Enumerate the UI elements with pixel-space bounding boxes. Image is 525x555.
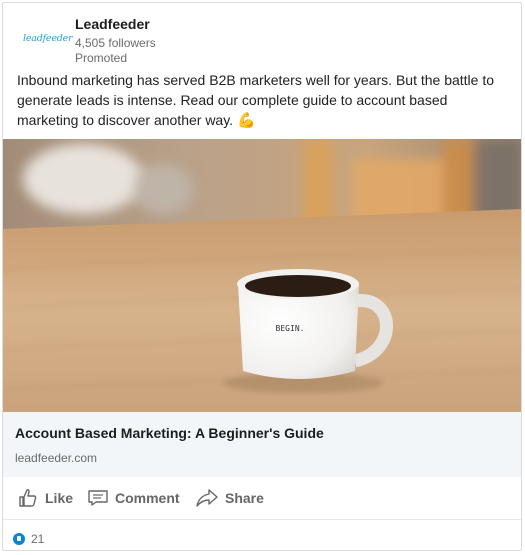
like-button[interactable]: Like [17, 485, 73, 511]
link-preview[interactable]: Account Based Marketing: A Beginner's Gu… [3, 412, 521, 477]
comment-button[interactable]: Comment [87, 485, 180, 511]
share-button[interactable]: Share [195, 485, 264, 511]
post-header: leadfeeder Leadfeeder 4,505 followers Pr… [3, 3, 521, 69]
sponsored-post-card: leadfeeder Leadfeeder 4,505 followers Pr… [2, 2, 522, 551]
company-logo[interactable]: leadfeeder [23, 33, 73, 47]
like-label: Like [45, 490, 74, 506]
link-domain: leadfeeder.com [15, 451, 98, 465]
comment-icon [87, 487, 109, 509]
follower-count: 4,505 followers [75, 36, 156, 50]
mug-text: BEGIN. [276, 324, 305, 333]
post-image[interactable]: BEGIN. [3, 139, 521, 412]
like-count[interactable]: 21 [31, 532, 44, 546]
action-bar: Like Comment Share [3, 477, 521, 519]
post-text: Inbound marketing has served B2B markete… [17, 70, 507, 131]
share-arrow-icon [195, 487, 219, 509]
company-name[interactable]: Leadfeeder [75, 16, 150, 32]
coffee-mug-photo: BEGIN. [3, 139, 521, 412]
social-counts[interactable]: 21 [3, 519, 521, 552]
share-label: Share [225, 490, 264, 506]
thumbs-up-icon [17, 487, 39, 509]
flexed-biceps-emoji: 💪 [236, 112, 256, 129]
promoted-label: Promoted [75, 51, 128, 65]
link-title[interactable]: Account Based Marketing: A Beginner's Gu… [15, 425, 324, 441]
like-reaction-icon [13, 533, 25, 545]
comment-label: Comment [115, 490, 180, 506]
